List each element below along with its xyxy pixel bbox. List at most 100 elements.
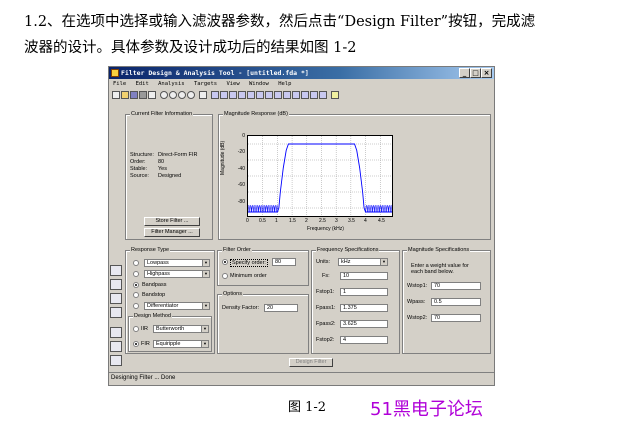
iir-method-select[interactable]: Butterworth ▼ (153, 325, 209, 333)
menu-edit[interactable]: Edit (136, 81, 149, 87)
store-filter-button[interactable]: Store Filter ... (144, 217, 200, 226)
fpass2-input[interactable]: 3.625 (340, 320, 388, 328)
quantization-side-icon[interactable] (110, 307, 122, 318)
bandstop-radio[interactable] (133, 292, 139, 298)
fstop1-input[interactable]: 1 (340, 288, 388, 296)
new-icon[interactable] (112, 91, 120, 99)
stopband-ripple (367, 204, 370, 213)
fpass1-input[interactable]: 1.375 (340, 304, 388, 312)
fs-label: Fs: (322, 273, 330, 279)
stopband-ripple (256, 204, 259, 213)
menu-window[interactable]: Window (249, 81, 269, 87)
pole-zero-editor-side-icon[interactable] (110, 341, 122, 352)
whats-this-icon[interactable] (331, 91, 339, 99)
options-title: Options (222, 291, 243, 297)
fstop2-input[interactable]: 4 (340, 336, 388, 344)
bandstop-label: Bandstop (142, 292, 166, 298)
menu-file[interactable]: File (113, 81, 126, 87)
full-view-icon[interactable] (199, 91, 207, 99)
units-label: Units: (316, 259, 331, 265)
close-button[interactable]: × (481, 68, 492, 78)
step-response-icon[interactable] (265, 91, 273, 99)
filter-info-icon[interactable] (292, 91, 300, 99)
magnitude-estimate-icon[interactable] (319, 91, 327, 99)
highpass-select[interactable]: Highpass ▼ (144, 270, 210, 278)
minimum-order-radio[interactable] (222, 273, 228, 279)
stopband-ripple (365, 204, 368, 213)
wpass-input[interactable]: 0.5 (431, 298, 481, 306)
highpass-radio[interactable] (133, 271, 139, 277)
maximize-button[interactable]: □ (470, 68, 481, 78)
realize-model-side-icon[interactable] (110, 355, 122, 366)
lowpass-radio[interactable] (133, 260, 139, 266)
status-bar: Designing Filter ... Done (109, 372, 494, 384)
differentiator-select[interactable]: Differentiator ▼ (144, 302, 210, 310)
units-select[interactable]: kHz ▼ (338, 258, 388, 266)
wstop1-input[interactable]: 70 (431, 282, 481, 290)
zoom-y-icon[interactable] (178, 91, 186, 99)
lowpass-select[interactable]: Lowpass ▼ (144, 259, 210, 267)
round-off-noise-icon[interactable] (301, 91, 309, 99)
phase-response-icon[interactable] (220, 91, 228, 99)
stopband-ripple (270, 204, 273, 213)
import-filter-side-icon[interactable] (110, 327, 122, 338)
fir-method-select[interactable]: Equiripple ▼ (153, 340, 209, 348)
filter-manager-button[interactable]: Filter Manager ... (144, 228, 200, 237)
impulse-response-icon[interactable] (256, 91, 264, 99)
coefficients-icon[interactable] (283, 91, 291, 99)
design-filter-side-icon[interactable] (110, 265, 122, 276)
fs-input[interactable]: 10 (340, 272, 388, 280)
magnitude-response-icon[interactable] (211, 91, 219, 99)
specify-order-radio[interactable] (222, 259, 228, 265)
y-axis-label: Magnitude (dB) (220, 140, 226, 175)
menu-help[interactable]: Help (278, 81, 291, 87)
zoom-out-icon[interactable] (187, 91, 195, 99)
iir-method-value: Butterworth (156, 326, 185, 332)
iir-radio[interactable] (133, 326, 139, 332)
response-type-title: Response Type (130, 247, 171, 253)
x-tick-label: 0 (246, 218, 249, 224)
wstop2-input[interactable]: 70 (431, 314, 481, 322)
stopband-ripple (374, 204, 377, 213)
pole-zero-icon[interactable] (274, 91, 282, 99)
create-multirate-side-icon[interactable] (110, 279, 122, 290)
print-preview-icon[interactable] (148, 91, 156, 99)
stopband-ripple (247, 204, 251, 213)
stopband-ripple (249, 204, 252, 213)
stopband-ripple (368, 204, 372, 213)
order-input[interactable]: 80 (272, 258, 296, 266)
source-label: Source: (130, 173, 149, 179)
density-factor-input[interactable]: 20 (264, 304, 298, 312)
bandpass-radio[interactable] (133, 282, 139, 288)
save-icon[interactable] (130, 91, 138, 99)
units-value: kHz (341, 259, 351, 265)
differentiator-radio[interactable] (133, 303, 139, 309)
menu-targets[interactable]: Targets (194, 81, 217, 87)
order-value: 80 (158, 159, 165, 165)
print-icon[interactable] (139, 91, 147, 99)
zoom-in-icon[interactable] (160, 91, 168, 99)
stopband-ripple (388, 204, 391, 213)
stopband-ripple (370, 204, 373, 213)
structure-value: Direct-Form FIR (158, 152, 198, 158)
minimize-button[interactable]: _ (459, 68, 470, 78)
fir-radio[interactable] (133, 341, 139, 347)
chevron-down-icon: ▼ (202, 271, 209, 277)
fir-method-value: Equiripple (156, 341, 181, 347)
y-tick-label: -40 (237, 166, 245, 172)
current-filter-title: Current Filter Information (130, 111, 194, 117)
menu-view[interactable]: View (226, 81, 239, 87)
magnitude-phase-icon[interactable] (229, 91, 237, 99)
phase-delay-icon[interactable] (247, 91, 255, 99)
open-icon[interactable] (121, 91, 129, 99)
design-filter-button[interactable]: Design Filter (289, 358, 333, 367)
stopband-ripple (261, 204, 265, 213)
cost-icon[interactable] (310, 91, 318, 99)
transform-filter-side-icon[interactable] (110, 293, 122, 304)
toolbar (111, 90, 492, 101)
chevron-down-icon: ▼ (202, 303, 209, 309)
menu-analysis[interactable]: Analysis (158, 81, 185, 87)
group-delay-icon[interactable] (238, 91, 246, 99)
chevron-down-icon: ▼ (380, 259, 387, 265)
zoom-x-icon[interactable] (169, 91, 177, 99)
